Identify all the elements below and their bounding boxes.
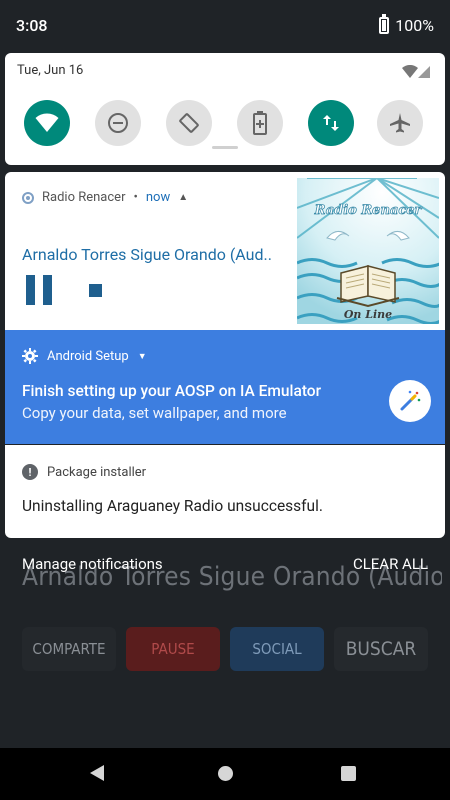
background-search-button: BUSCAR xyxy=(334,627,428,671)
back-icon[interactable] xyxy=(90,765,104,781)
airplane-icon xyxy=(390,113,410,133)
background-social-button: SOCIAL xyxy=(230,627,324,671)
status-time: 3:08 xyxy=(16,16,48,35)
stop-button[interactable] xyxy=(89,284,102,297)
qs-date: Tue, Jun 16 xyxy=(17,63,84,78)
auto-rotate-icon xyxy=(179,113,199,133)
setup-title: Finish setting up your AOSP on IA Emulat… xyxy=(22,382,322,400)
manage-notifications-button[interactable]: Manage notifications xyxy=(22,555,163,573)
drag-handle[interactable] xyxy=(212,146,238,149)
info-icon: ! xyxy=(22,464,38,480)
qs-tile-battery-saver[interactable] xyxy=(237,100,283,146)
qs-tile-airplane[interactable] xyxy=(377,100,423,146)
setup-text: Copy your data, set wallpaper, and more xyxy=(22,404,287,422)
signal-icon xyxy=(402,65,430,78)
installer-notification[interactable]: ! Package installer Uninstalling Araguan… xyxy=(5,445,445,538)
media-track-title: Arnaldo Torres Sigue Orando (Aud.. xyxy=(22,245,272,264)
wifi-icon xyxy=(35,113,59,132)
do-not-disturb-icon xyxy=(108,113,128,133)
clear-all-button[interactable]: CLEAR ALL xyxy=(353,555,428,573)
notification-footer: Manage notifications CLEAR ALL xyxy=(0,555,450,579)
setup-app-name: Android Setup xyxy=(47,348,129,364)
radio-app-icon xyxy=(22,191,34,204)
installer-app-name: Package installer xyxy=(47,464,147,480)
recents-icon[interactable] xyxy=(341,766,356,781)
media-notification[interactable]: Radio Renacer • now ▲ Arnaldo Torres Sig… xyxy=(5,172,445,330)
qs-tile-dnd[interactable] xyxy=(95,100,141,146)
data-transfer-icon xyxy=(323,115,339,131)
qs-tile-auto-rotate[interactable] xyxy=(166,100,212,146)
magic-wand-icon xyxy=(389,380,431,422)
album-art-subtitle: On Line xyxy=(344,308,392,321)
qs-tile-wifi[interactable] xyxy=(24,100,70,146)
setup-notification-header: Android Setup ▼ xyxy=(22,348,147,364)
background-share-button: COMPARTE xyxy=(22,627,116,671)
navigation-bar xyxy=(0,748,450,800)
battery-percent: 100% xyxy=(395,16,434,35)
battery-saver-icon xyxy=(253,111,267,135)
background-pause-button: PAUSE xyxy=(126,627,220,671)
status-bar: 3:08 100% xyxy=(0,0,450,50)
installer-notification-header: ! Package installer xyxy=(22,464,146,480)
installer-text: Uninstalling Araguaney Radio unsuccessfu… xyxy=(22,497,323,515)
battery-icon xyxy=(379,14,390,34)
chevron-up-icon[interactable]: ▲ xyxy=(178,192,188,203)
home-icon[interactable] xyxy=(218,766,233,781)
pause-button[interactable] xyxy=(26,275,54,305)
media-time: now xyxy=(145,190,171,205)
qs-tile-mobile-data[interactable] xyxy=(308,100,354,146)
gear-icon xyxy=(22,348,38,364)
media-app-name: Radio Renacer xyxy=(42,190,126,205)
setup-notification[interactable]: Android Setup ▼ Finish setting up your A… xyxy=(5,330,445,444)
chevron-down-icon[interactable]: ▼ xyxy=(138,351,147,362)
status-indicators: 100% xyxy=(379,14,434,35)
media-notification-header: Radio Renacer • now ▲ xyxy=(22,190,188,205)
album-art-title: Radio Renacer xyxy=(314,203,423,218)
album-art: Radio Renacer On Line xyxy=(297,178,439,324)
